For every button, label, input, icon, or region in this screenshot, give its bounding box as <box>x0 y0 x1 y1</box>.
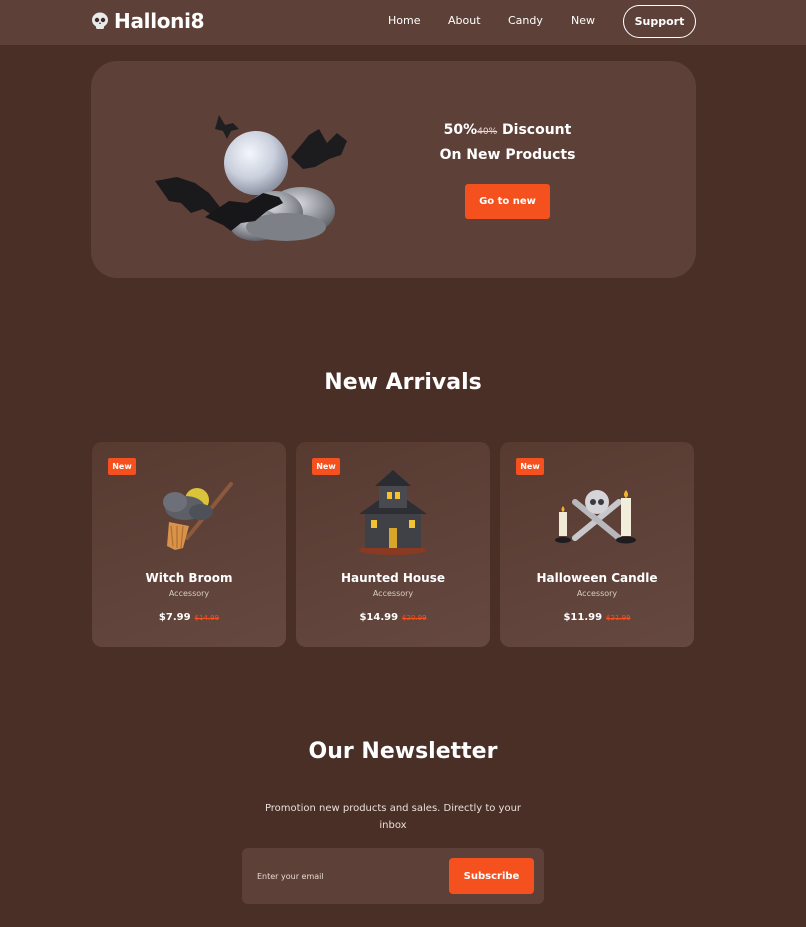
product-category: Accessory <box>168 589 210 598</box>
product-name: Haunted House <box>341 571 445 585</box>
hero-subline: On New Products <box>439 147 576 163</box>
nav-home-link[interactable]: Home <box>388 14 420 27</box>
hero-banner: 50%40% Discount On New Products Go to ne… <box>91 61 696 278</box>
hero-old-discount: 40% <box>477 127 498 137</box>
nav-candy-link[interactable]: Candy <box>508 14 543 27</box>
product-card[interactable]: New Witch Broom Accessory $7.99 $14.99 <box>92 442 286 647</box>
newsletter-form: Subscribe <box>242 848 544 904</box>
new-badge: New <box>312 458 340 475</box>
product-card[interactable]: New Halloween Candle Accessory $11.99 $21… <box>500 442 694 647</box>
new-badge: New <box>516 458 544 475</box>
email-input[interactable] <box>248 858 444 894</box>
current-price: $14.99 <box>359 612 399 623</box>
product-category: Accessory <box>576 589 618 598</box>
newsletter-title: Our Newsletter <box>308 739 498 764</box>
product-price: $11.99 $21.99 <box>500 612 694 623</box>
hero-discount: 50% <box>443 122 478 138</box>
support-button[interactable]: Support <box>623 5 696 38</box>
current-price: $11.99 <box>563 612 603 623</box>
old-price: $20.99 <box>402 614 427 622</box>
current-price: $7.99 <box>158 612 191 623</box>
new-badge: New <box>108 458 136 475</box>
halloween-candle-image <box>555 490 636 544</box>
product-card[interactable]: New Haunted House Accessory $14.99 $20.99 <box>296 442 490 647</box>
newsletter-description: Promotion new products and sales. Direct… <box>264 803 522 831</box>
hero-discount-word: Discount <box>502 122 572 138</box>
new-arrivals-title: New Arrivals <box>324 370 482 395</box>
site-header: Halloni8 Home About Candy New Support <box>0 0 806 45</box>
old-price: $21.99 <box>606 614 631 622</box>
hero-headline: 50%40% Discount On New Products <box>411 119 604 167</box>
subscribe-button[interactable]: Subscribe <box>449 858 534 894</box>
product-category: Accessory <box>372 589 414 598</box>
nav-about-link[interactable]: About <box>448 14 481 27</box>
witch-broom-image <box>163 482 233 550</box>
product-price: $7.99 $14.99 <box>92 612 286 623</box>
product-name: Witch Broom <box>145 571 233 585</box>
go-to-new-button[interactable]: Go to new <box>465 184 550 219</box>
product-name: Halloween Candle <box>536 571 658 585</box>
haunted-house-image <box>359 470 427 555</box>
nav-new-link[interactable]: New <box>571 14 595 27</box>
moon-bats-clouds-illustration <box>155 115 347 241</box>
old-price: $14.99 <box>194 614 220 622</box>
product-price: $14.99 $20.99 <box>296 612 490 623</box>
